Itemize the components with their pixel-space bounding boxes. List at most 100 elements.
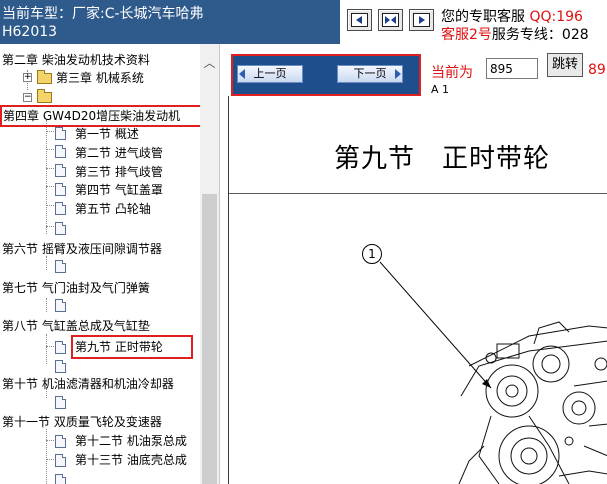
tree-item-label: 第七节 气门油封及气门弹簧 [2, 281, 150, 295]
tree-item-section-7[interactable]: 第七节 气门油封及气门弹簧 [2, 279, 150, 297]
service-label: 您的专职客服 [441, 9, 525, 25]
tree-item-section-11[interactable]: 第十一节 双质量飞轮及变速器 [2, 413, 162, 431]
tree-item-label: 第六节 摇臂及液压间隙调节器 [2, 242, 162, 256]
tree-item-label: 第十二节 机油泵总成 [75, 434, 187, 448]
tree-scrollbar[interactable]: ︿ [200, 44, 219, 484]
document-icon [55, 164, 66, 177]
chapter-tree-panel: 第二章 柴油发动机技术资料 + 第三章 机械系统 − 第四章 GW4D20增压柴… [0, 44, 220, 484]
next-page-icon [413, 13, 430, 27]
customer-service-info: 您的专职客服 QQ:196 客服2号服务专线：028 [441, 8, 589, 44]
tree-item-section-3[interactable]: 第三节 排气歧管 [75, 163, 163, 181]
scrollbar-thumb[interactable] [202, 194, 217, 484]
document-icon [55, 474, 66, 484]
vehicle-line-2: H62013 [2, 24, 58, 40]
tree-connector [46, 334, 47, 364]
document-icon [55, 360, 66, 373]
fit-page-icon [382, 13, 399, 27]
prev-page-button[interactable]: 上一页 [237, 65, 303, 83]
tree-item-section-5[interactable]: 第五节 凸轮轴 [75, 200, 151, 218]
document-icon [55, 260, 66, 273]
scroll-up-arrow-icon[interactable]: ︿ [200, 54, 219, 72]
folder-icon [37, 70, 52, 84]
document-icon [55, 183, 66, 196]
tree-item-label: 第五节 凸轮轴 [75, 202, 151, 216]
fit-page-button[interactable] [378, 9, 403, 31]
prev-page-label: 上一页 [253, 67, 287, 80]
tree-item-label: 第九节 正时带轮 [75, 340, 163, 354]
chapter-tree: 第二章 柴油发动机技术资料 + 第三章 机械系统 − 第四章 GW4D20增压柴… [0, 44, 204, 484]
tree-item-chapter-3[interactable]: 第三章 机械系统 [56, 69, 144, 87]
document-icon [55, 127, 66, 140]
jump-button[interactable]: 跳转 [547, 53, 583, 77]
document-page: 第九节 正时带轮 1 [228, 96, 607, 484]
vehicle-line-1: 当前车型：厂家:C-长城汽车哈弗 [2, 6, 204, 22]
page-navigation-bar: 上一页 下一页 当前为 跳转 89 A 1 [221, 44, 607, 96]
collapse-toggle[interactable]: − [23, 93, 32, 102]
tree-connector [46, 429, 47, 484]
document-viewer: 上一页 下一页 当前为 跳转 89 A 1 第九节 正时带轮 [221, 44, 607, 484]
tree-item-section-1[interactable]: 第一节 概述 [75, 125, 139, 143]
arrow-right-icon [395, 69, 401, 79]
previous-page-icon [351, 13, 368, 27]
engine-diagram [379, 261, 607, 484]
tree-item-label: 第二节 进气歧管 [75, 146, 163, 160]
total-pages-text: 89 [588, 62, 606, 78]
next-page-label: 下一页 [353, 67, 387, 80]
tree-connector [46, 131, 54, 132]
tree-item-section-6[interactable]: 第六节 摇臂及液压间隙调节器 [2, 240, 162, 258]
tree-connector [46, 120, 47, 234]
tree-connector [46, 149, 54, 150]
arrow-left-icon [239, 69, 245, 79]
tree-item-label: 第十一节 双质量飞轮及变速器 [2, 415, 162, 429]
document-icon [55, 145, 66, 158]
document-icon [55, 454, 66, 467]
tree-item-section-10[interactable]: 第十节 机油滤清器和机油冷却器 [2, 375, 174, 393]
document-icon [55, 202, 66, 215]
document-icon [55, 396, 66, 409]
tree-connector [46, 226, 54, 227]
tree-item-label: 第四章 GW4D20增压柴油发动机 [3, 109, 181, 123]
page-number-input[interactable] [486, 58, 538, 79]
tree-item-section-9[interactable]: 第九节 正时带轮 [75, 338, 163, 356]
document-icon [55, 222, 66, 235]
tree-connector [46, 186, 54, 187]
document-icon [55, 341, 66, 354]
vehicle-info: 当前车型：厂家:C-长城汽车哈弗 H62013 [0, 0, 340, 44]
tree-connector [46, 256, 47, 270]
tree-item-chapter-4[interactable]: 第四章 GW4D20增压柴油发动机 [3, 107, 180, 125]
tree-item-section-8[interactable]: 第八节 气缸盖总成及气缸垫 [2, 317, 150, 335]
document-icon [55, 299, 66, 312]
tree-item-section-12[interactable]: 第十二节 机油泵总成 [75, 432, 187, 450]
document-icon [55, 435, 66, 448]
callout-marker: 1 [362, 244, 382, 264]
tree-item-section-13[interactable]: 第十三节 油底壳总成 [75, 451, 187, 469]
header-bar: 当前车型：厂家:C-长城汽车哈弗 H62013 您的专职客服 QQ:196 客服… [0, 0, 607, 44]
tree-connector [46, 440, 54, 441]
tree-item-label: 第八节 气缸盖总成及气缸垫 [2, 319, 150, 333]
tree-connector [46, 459, 54, 460]
tree-item-section-2[interactable]: 第二节 进气歧管 [75, 144, 163, 162]
next-page-button[interactable] [409, 9, 434, 31]
tree-item-label: 第二章 柴油发动机技术资料 [2, 53, 150, 67]
tree-item-label: 第十节 机油滤清器和机油冷却器 [2, 377, 174, 391]
expand-toggle[interactable]: + [23, 73, 32, 82]
tree-item-section-4[interactable]: 第四节 气缸盖罩 [75, 181, 163, 199]
tree-item-label: 第四节 气缸盖罩 [75, 183, 163, 197]
service-hotline: 服务专线：028 [491, 27, 589, 43]
service-agent[interactable]: 客服2号 [441, 27, 492, 43]
previous-page-button[interactable] [347, 9, 372, 31]
tree-connector [46, 298, 47, 312]
tree-item-label: 第一节 概述 [75, 127, 139, 141]
tree-item-chapter-2[interactable]: 第二章 柴油发动机技术资料 [2, 51, 150, 69]
tree-item-label: 第十三节 油底壳总成 [75, 453, 187, 467]
tree-item-label: 第三节 排气歧管 [75, 165, 163, 179]
tree-connector [46, 168, 54, 169]
next-page-button[interactable]: 下一页 [337, 65, 403, 83]
folder-icon [37, 89, 52, 103]
service-qq[interactable]: QQ:196 [529, 9, 582, 25]
page-sub-label: A 1 [431, 83, 450, 96]
tree-item-label: 第三章 机械系统 [56, 71, 144, 85]
page-nav-box: 上一页 下一页 [231, 54, 421, 96]
current-page-label: 当前为 [431, 65, 473, 81]
tree-connector [46, 205, 54, 206]
